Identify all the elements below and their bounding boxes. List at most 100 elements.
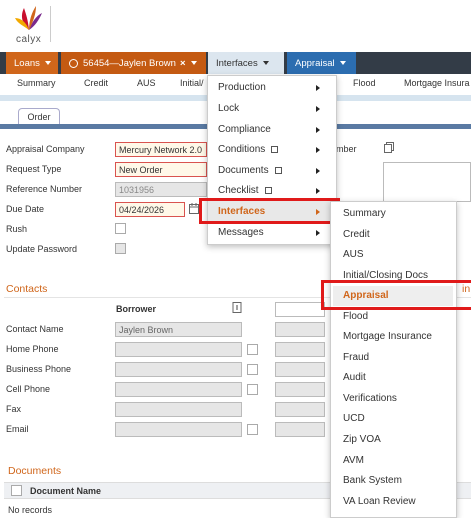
chevron-right-icon <box>316 127 320 133</box>
subnav-summary[interactable]: Summary <box>17 78 56 88</box>
menu-item-documents-label: Documents <box>218 165 269 176</box>
coborrower-header-field[interactable] <box>275 302 325 317</box>
fax-label: Fax <box>6 404 22 414</box>
reference-number-field: 1031956 <box>115 182 207 197</box>
document-name-column[interactable]: Document Name <box>30 486 101 496</box>
copy-icon[interactable] <box>384 142 394 153</box>
menu-item-production[interactable]: Production <box>218 82 266 93</box>
subnav-aus[interactable]: AUS <box>137 78 156 88</box>
cell-phone-field[interactable] <box>115 382 242 397</box>
tab-appraisal-label: Appraisal <box>295 57 335 69</box>
notes-field[interactable] <box>383 162 471 202</box>
chevron-down-icon <box>262 61 269 65</box>
submenu-item-fraud[interactable]: Fraud <box>343 352 369 363</box>
coborrower-home-phone-field[interactable] <box>275 342 325 357</box>
highlight-box-interfaces <box>199 198 340 224</box>
chevron-right-icon <box>316 106 320 112</box>
home-phone-field[interactable] <box>115 342 242 357</box>
business-phone-checkbox[interactable] <box>247 364 258 375</box>
reference-number-label: Reference Number <box>6 184 83 194</box>
menu-item-conditions[interactable]: Conditions <box>218 144 279 155</box>
calendar-icon[interactable] <box>189 203 199 214</box>
coborrower-email-field[interactable] <box>275 422 325 437</box>
business-phone-field[interactable] <box>115 362 242 377</box>
calyx-logo-icon <box>15 6 42 30</box>
tab-interfaces-label: Interfaces <box>216 57 258 69</box>
fax-field[interactable] <box>115 402 242 417</box>
external-link-icon <box>274 167 282 174</box>
chevron-right-icon <box>316 168 320 174</box>
documents-select-all-checkbox[interactable] <box>11 485 22 496</box>
business-phone-label: Business Phone <box>6 364 72 374</box>
email-field[interactable] <box>115 422 242 437</box>
request-type-field[interactable]: New Order <box>115 162 207 177</box>
cell-phone-checkbox[interactable] <box>247 384 258 395</box>
menu-item-documents[interactable]: Documents <box>218 165 282 176</box>
home-phone-checkbox[interactable] <box>247 344 258 355</box>
coborrower-business-phone-field[interactable] <box>275 362 325 377</box>
contact-name-field: Jaylen Brown <box>115 322 242 337</box>
chevron-down-icon <box>339 61 346 65</box>
submenu-item-credit[interactable]: Credit <box>343 229 370 240</box>
menu-item-compliance-label: Compliance <box>218 124 271 135</box>
tab-loan-label: 56454—Jaylen Brown <box>83 57 176 69</box>
subnav-initial-closing-docs[interactable]: Initial/ <box>180 78 204 88</box>
rush-checkbox[interactable] <box>115 223 126 234</box>
tab-order[interactable]: Order <box>18 108 60 125</box>
tab-loan-record[interactable]: 56454—Jaylen Brown × <box>61 52 206 74</box>
tab-loans[interactable]: Loans <box>6 52 58 74</box>
documents-empty-text: No records <box>8 505 53 515</box>
user-icon <box>69 58 78 68</box>
chevron-right-icon <box>316 147 320 153</box>
submenu-item-avm[interactable]: AVM <box>343 455 364 466</box>
tab-interfaces[interactable]: Interfaces <box>208 52 284 74</box>
update-password-checkbox <box>115 243 126 254</box>
subnav-mortgage-insurance[interactable]: Mortgage Insura <box>404 78 470 88</box>
menu-item-lock-label: Lock <box>218 103 240 114</box>
menu-item-checklist-label: Checklist <box>218 185 259 196</box>
due-date-label: Due Date <box>6 204 45 214</box>
submenu-item-summary[interactable]: Summary <box>343 208 386 219</box>
submenu-item-audit[interactable]: Audit <box>343 372 366 383</box>
menu-item-lock[interactable]: Lock <box>218 103 239 114</box>
header-divider <box>50 6 51 42</box>
submenu-item-verifications[interactable]: Verifications <box>343 393 397 404</box>
email-checkbox[interactable] <box>247 424 258 435</box>
coborrower-cell-phone-field[interactable] <box>275 382 325 397</box>
submenu-item-flood[interactable]: Flood <box>343 311 368 322</box>
home-phone-label: Home Phone <box>6 344 59 354</box>
chevron-down-icon <box>44 61 51 65</box>
cell-phone-label: Cell Phone <box>6 384 51 394</box>
coborrower-fax-field[interactable] <box>275 402 325 417</box>
submenu-item-ucd[interactable]: UCD <box>343 413 365 424</box>
appraisal-company-field[interactable]: Mercury Network 2.0 <box>115 142 207 157</box>
submenu-item-bank-system[interactable]: Bank System <box>343 475 402 486</box>
submenu-item-aus[interactable]: AUS <box>343 249 364 260</box>
menu-item-conditions-label: Conditions <box>218 144 266 155</box>
external-link-icon <box>271 146 279 153</box>
tab-appraisal[interactable]: Appraisal <box>287 52 356 74</box>
external-link-icon <box>264 187 272 194</box>
email-label: Email <box>6 424 29 434</box>
submenu-item-va-loan-review[interactable]: VA Loan Review <box>343 496 416 507</box>
chevron-down-icon[interactable] <box>190 61 197 65</box>
due-date-field[interactable]: 04/24/2026 <box>115 202 185 217</box>
tab-loans-label: Loans <box>14 57 40 69</box>
menu-item-compliance[interactable]: Compliance <box>218 124 271 135</box>
contact-name-label: Contact Name <box>6 324 64 334</box>
submenu-item-mortgage-insurance[interactable]: Mortgage Insurance <box>343 331 432 342</box>
menu-item-messages[interactable]: Messages <box>218 227 264 238</box>
appraisal-company-label: Appraisal Company <box>6 144 85 154</box>
rush-label: Rush <box>6 224 28 234</box>
request-type-label: Request Type <box>6 164 62 174</box>
number-label: mber <box>336 144 357 154</box>
brand-name: calyx <box>16 34 42 45</box>
update-password-label: Update Password <box>6 244 78 254</box>
close-icon[interactable]: × <box>180 58 186 69</box>
menu-item-checklist[interactable]: Checklist <box>218 185 272 196</box>
submenu-item-zip-voa[interactable]: Zip VOA <box>343 434 381 445</box>
highlight-box-appraisal-edge <box>452 280 471 310</box>
info-icon[interactable] <box>232 302 242 313</box>
subnav-flood[interactable]: Flood <box>353 78 376 88</box>
subnav-credit[interactable]: Credit <box>84 78 108 88</box>
